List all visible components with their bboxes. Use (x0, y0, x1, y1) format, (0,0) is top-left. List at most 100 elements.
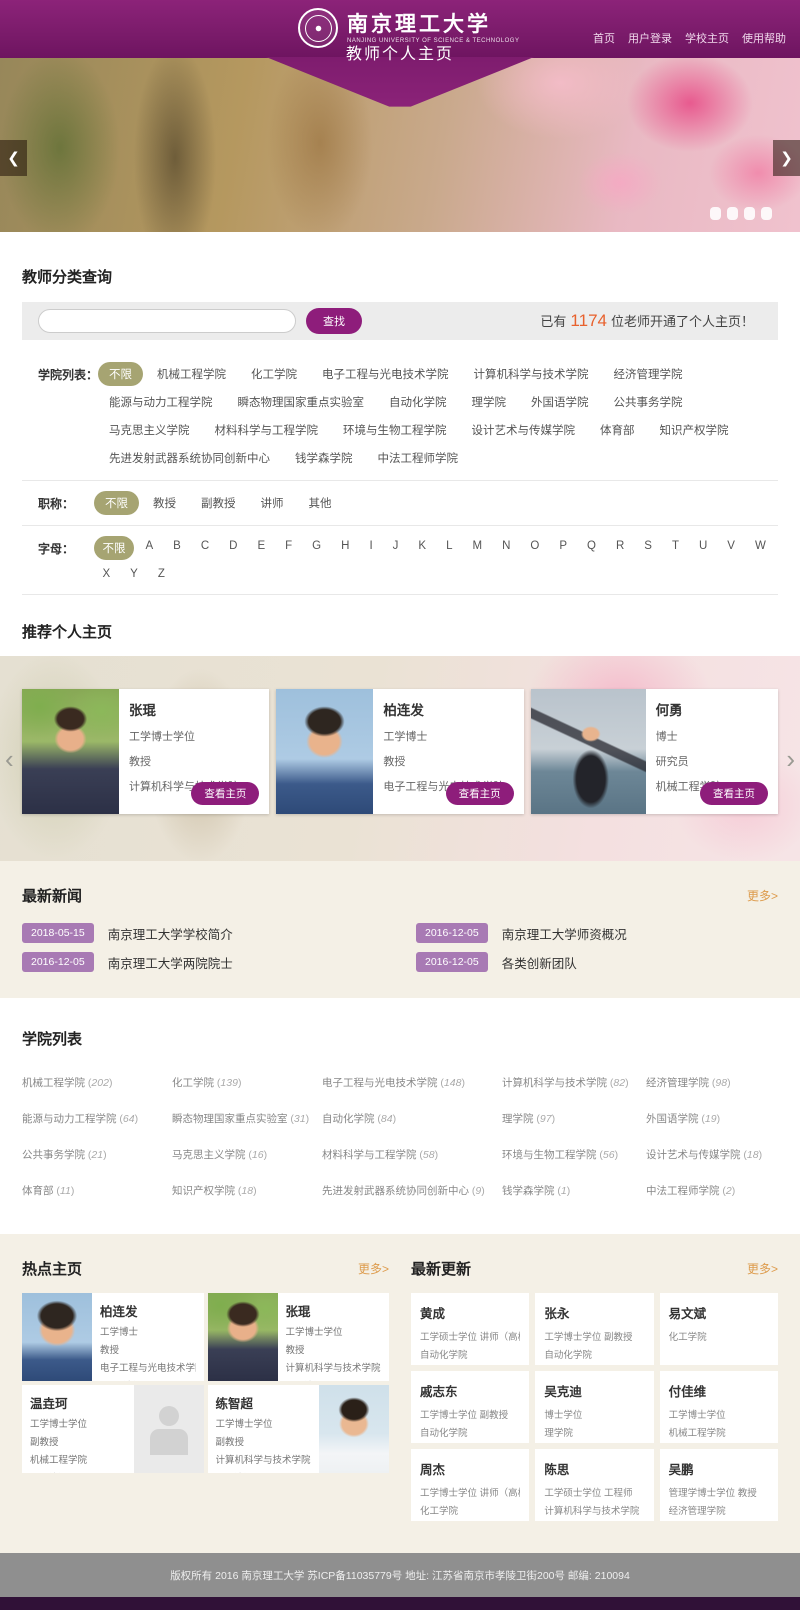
search-button[interactable]: 查找 (306, 308, 362, 334)
filter-option[interactable]: 设计艺术与传媒学院 (461, 418, 587, 442)
search-input[interactable] (38, 309, 296, 333)
hot-more-link[interactable]: 更多> (358, 1260, 389, 1277)
news-item[interactable]: 2018-05-15 南京理工大学学校简介 (22, 923, 384, 943)
filter-option[interactable]: N (494, 536, 519, 560)
update-teacher-card[interactable]: 周杰 工学博士学位 讲师（高校） 化工学院 (411, 1449, 529, 1521)
college-link[interactable]: 设计艺术与传媒学院 (18) (646, 1147, 778, 1162)
news-item[interactable]: 2016-12-05 南京理工大学两院院士 (22, 952, 384, 972)
filter-option[interactable]: I (361, 536, 381, 560)
filter-option[interactable]: C (192, 536, 217, 560)
college-link[interactable]: 知识产权学院 (18) (172, 1183, 322, 1198)
filter-option[interactable]: 不限 (98, 362, 143, 386)
view-homepage-button[interactable]: 查看主页 (446, 782, 514, 805)
teacher-card[interactable]: 柏连发 工学博士 教授 电子工程与光电技术学院 查看主页 (276, 689, 523, 814)
college-link[interactable]: 钱学森学院 (1) (502, 1183, 646, 1198)
filter-option[interactable]: T (663, 536, 687, 560)
carousel-prev-icon[interactable]: ‹ (5, 746, 14, 772)
filter-option[interactable]: 化工学院 (240, 362, 308, 386)
update-teacher-card[interactable]: 张永 工学博士学位 副教授 自动化学院 (535, 1293, 653, 1365)
filter-option[interactable]: 机械工程学院 (146, 362, 237, 386)
college-link[interactable]: 公共事务学院 (21) (22, 1147, 172, 1162)
filter-option[interactable]: A (137, 536, 162, 560)
filter-option[interactable]: 经济管理学院 (603, 362, 694, 386)
college-link[interactable]: 化工学院 (139) (172, 1075, 322, 1090)
filter-option[interactable]: 中法工程师学院 (367, 446, 470, 470)
filter-option[interactable]: F (277, 536, 301, 560)
filter-option[interactable]: 教授 (142, 491, 187, 515)
filter-option[interactable]: M (464, 536, 491, 560)
update-teacher-card[interactable]: 吴鹏 管理学博士学位 教授 经济管理学院 (660, 1449, 778, 1521)
filter-option[interactable]: Q (579, 536, 605, 560)
filter-option[interactable]: 其他 (298, 491, 343, 515)
college-link[interactable]: 经济管理学院 (98) (646, 1075, 778, 1090)
college-link[interactable]: 外国语学院 (19) (646, 1111, 778, 1126)
hot-teacher-card[interactable]: 张琨 工学博士学位 教授 计算机科学与技术学院 548 访问 (208, 1293, 390, 1381)
filter-option[interactable]: Z (149, 564, 173, 584)
teacher-card[interactable]: 何勇 博士 研究员 机械工程学院 查看主页 (531, 689, 778, 814)
college-link[interactable]: 先进发射武器系统协同创新中心 (9) (322, 1183, 502, 1198)
filter-option[interactable]: 电子工程与光电技术学院 (311, 362, 460, 386)
filter-option[interactable]: 公共事务学院 (603, 390, 694, 414)
college-link[interactable]: 材料科学与工程学院 (58) (322, 1147, 502, 1162)
filter-option[interactable]: X (94, 564, 119, 584)
news-item[interactable]: 2016-12-05 南京理工大学师资概况 (416, 923, 778, 943)
teacher-card[interactable]: 张琨 工学博士学位 教授 计算机科学与技术学院 查看主页 (22, 689, 269, 814)
filter-option[interactable]: 体育部 (589, 418, 646, 442)
filter-option[interactable]: E (249, 536, 274, 560)
filter-option[interactable]: J (384, 536, 407, 560)
carousel-next-icon[interactable]: › (786, 746, 795, 772)
filter-option[interactable]: W (746, 536, 774, 560)
filter-option[interactable]: G (304, 536, 330, 560)
banner-dot[interactable] (727, 207, 738, 220)
filter-option[interactable]: K (410, 536, 435, 560)
college-link[interactable]: 理学院 (97) (502, 1111, 646, 1126)
filter-option[interactable]: 瞬态物理国家重点实验室 (227, 390, 376, 414)
college-link[interactable]: 自动化学院 (84) (322, 1111, 502, 1126)
updates-more-link[interactable]: 更多> (747, 1260, 778, 1277)
news-item[interactable]: 2016-12-05 各类创新团队 (416, 952, 778, 972)
update-teacher-card[interactable]: 陈思 工学硕士学位 工程师 计算机科学与技术学院 (535, 1449, 653, 1521)
view-homepage-button[interactable]: 查看主页 (700, 782, 768, 805)
filter-option[interactable]: 副教授 (190, 491, 247, 515)
college-link[interactable]: 能源与动力工程学院 (64) (22, 1111, 172, 1126)
filter-option[interactable]: V (719, 536, 744, 560)
filter-option[interactable]: U (690, 536, 715, 560)
college-link[interactable]: 中法工程师学院 (2) (646, 1183, 778, 1198)
filter-option[interactable]: 不限 (94, 536, 134, 560)
filter-option[interactable]: 不限 (94, 491, 139, 515)
filter-option[interactable]: L (438, 536, 461, 560)
hot-teacher-card[interactable]: 柏连发 工学博士 教授 电子工程与光电技术学院 1184 访问 (22, 1293, 204, 1381)
filter-option[interactable]: 环境与生物工程学院 (332, 418, 458, 442)
update-teacher-card[interactable]: 易文斌 化工学院 (660, 1293, 778, 1365)
update-teacher-card[interactable]: 吴克迪 博士学位 理学院 (535, 1371, 653, 1443)
filter-option[interactable]: B (165, 536, 190, 560)
filter-option[interactable]: 先进发射武器系统协同创新中心 (98, 446, 281, 470)
banner-dot[interactable] (761, 207, 772, 220)
filter-option[interactable]: 马克思主义学院 (98, 418, 201, 442)
college-link[interactable]: 瞬态物理国家重点实验室 (31) (172, 1111, 322, 1126)
hot-teacher-card[interactable]: 温垚珂 工学博士学位 副教授 机械工程学院 242 访问 (22, 1385, 204, 1473)
banner-prev-icon[interactable]: ❮ (0, 140, 27, 176)
update-teacher-card[interactable]: 黄成 工学硕士学位 讲师（高校） 自动化学院 (411, 1293, 529, 1365)
filter-option[interactable]: 理学院 (461, 390, 518, 414)
update-teacher-card[interactable]: 戚志东 工学博士学位 副教授 自动化学院 (411, 1371, 529, 1443)
college-link[interactable]: 计算机科学与技术学院 (82) (502, 1075, 646, 1090)
filter-option[interactable]: 能源与动力工程学院 (98, 390, 224, 414)
filter-option[interactable]: 计算机科学与技术学院 (463, 362, 600, 386)
filter-option[interactable]: R (607, 536, 632, 560)
filter-option[interactable]: H (333, 536, 358, 560)
filter-option[interactable]: 外国语学院 (520, 390, 600, 414)
update-teacher-card[interactable]: 付佳维 工学博士学位 机械工程学院 (660, 1371, 778, 1443)
filter-option[interactable]: D (221, 536, 246, 560)
college-link[interactable]: 体育部 (11) (22, 1183, 172, 1198)
filter-option[interactable]: Y (122, 564, 147, 584)
college-link[interactable]: 马克思主义学院 (16) (172, 1147, 322, 1162)
banner-dot[interactable] (744, 207, 755, 220)
filter-option[interactable]: O (522, 536, 548, 560)
banner-next-icon[interactable]: ❯ (773, 140, 800, 176)
hot-teacher-card[interactable]: 练智超 工学博士学位 副教授 计算机科学与技术学院 182 访问 (208, 1385, 390, 1473)
view-homepage-button[interactable]: 查看主页 (191, 782, 259, 805)
banner-dot[interactable] (710, 207, 721, 220)
filter-option[interactable]: 材料科学与工程学院 (204, 418, 330, 442)
college-link[interactable]: 环境与生物工程学院 (56) (502, 1147, 646, 1162)
